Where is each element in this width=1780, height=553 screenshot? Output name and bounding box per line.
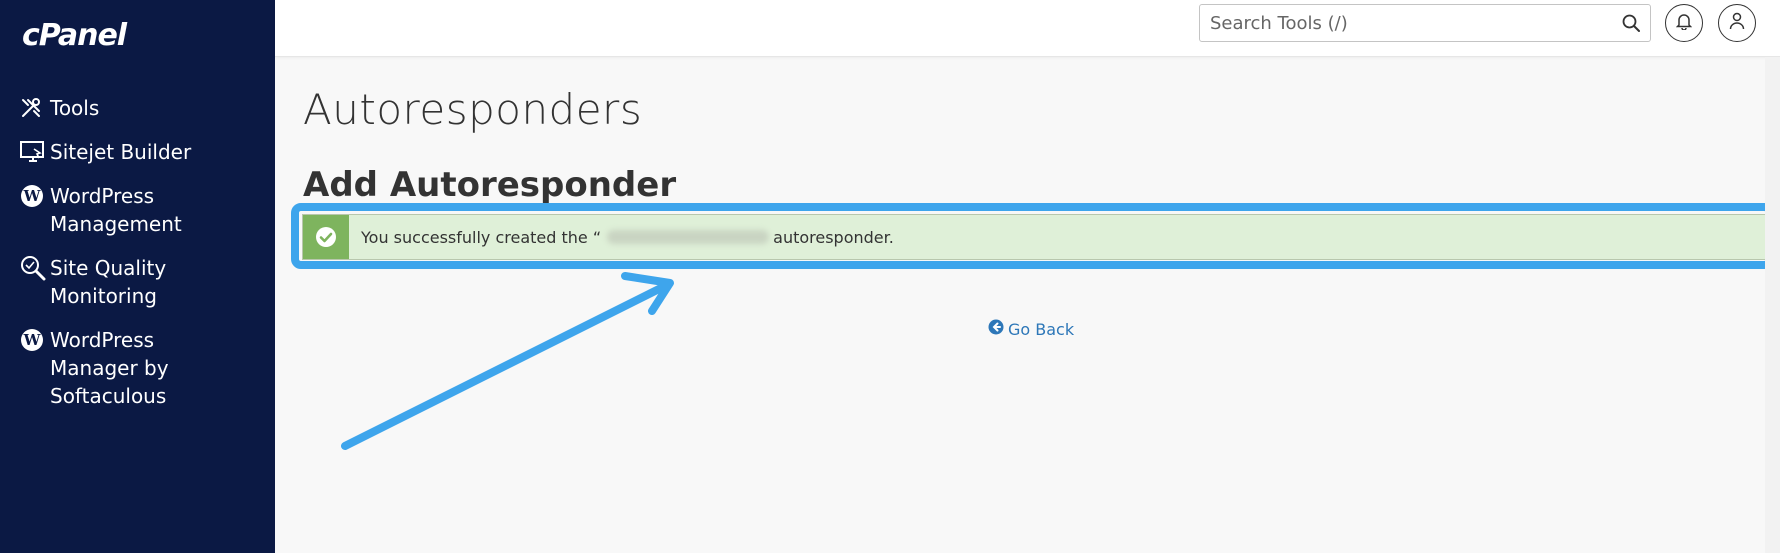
main-content: Autoresponders Add Autoresponder You suc…	[275, 57, 1774, 553]
arrow-left-circle-icon	[988, 319, 1008, 339]
sidebar-item-softaculous[interactable]: W WordPress Manager by Softaculous	[0, 326, 275, 410]
section-title: Add Autoresponder	[303, 165, 677, 205]
sidebar-item-sitejet[interactable]: Sitejet Builder	[0, 138, 275, 166]
sidebar-item-label: Tools	[50, 96, 100, 120]
user-menu-button[interactable]	[1718, 4, 1756, 42]
svg-text:W: W	[23, 187, 42, 205]
check-circle-icon	[303, 215, 349, 259]
search-box	[1199, 4, 1651, 42]
notifications-button[interactable]	[1665, 4, 1703, 42]
alert-text-before: You successfully created the “	[361, 227, 602, 247]
sidebar-item-tools[interactable]: Tools	[0, 94, 275, 122]
sidebar-item-label: Sitejet Builder	[50, 140, 192, 164]
sidebar: cPanel Tools Sitejet Builder W WordPress…	[0, 0, 275, 553]
magnifier-icon	[20, 254, 50, 282]
sidebar-item-site-quality[interactable]: Site Quality Monitoring	[0, 254, 275, 310]
wordpress-icon: W	[20, 326, 50, 354]
search-input[interactable]	[1200, 5, 1610, 41]
top-header	[275, 0, 1780, 57]
wordpress-icon: W	[20, 182, 50, 210]
sidebar-nav: Tools Sitejet Builder W WordPress Manage…	[0, 94, 275, 426]
sidebar-item-label: Site Quality Monitoring	[50, 256, 167, 308]
monitor-icon	[20, 138, 50, 166]
bell-icon	[1675, 12, 1693, 34]
sidebar-item-label: WordPress Manager by Softaculous	[50, 328, 169, 408]
go-back-label: Go Back	[1008, 319, 1075, 339]
svg-text:W: W	[23, 331, 42, 349]
page-title: Autoresponders	[303, 85, 643, 134]
redacted-email	[607, 230, 770, 244]
scrollbar[interactable]	[1765, 57, 1780, 553]
cpanel-logo[interactable]: cPanel	[22, 18, 127, 53]
search-icon[interactable]	[1622, 14, 1640, 36]
alert-message: You successfully created the “ autorespo…	[361, 228, 894, 247]
user-icon	[1729, 12, 1745, 34]
success-alert: You successfully created the “ autorespo…	[302, 214, 1766, 260]
go-back-link[interactable]: Go Back	[988, 319, 1074, 339]
sidebar-item-label: WordPress Management	[50, 184, 182, 236]
alert-text-after: autoresponder.	[773, 227, 894, 247]
tools-icon	[20, 94, 50, 122]
sidebar-item-wordpress-management[interactable]: W WordPress Management	[0, 182, 275, 238]
